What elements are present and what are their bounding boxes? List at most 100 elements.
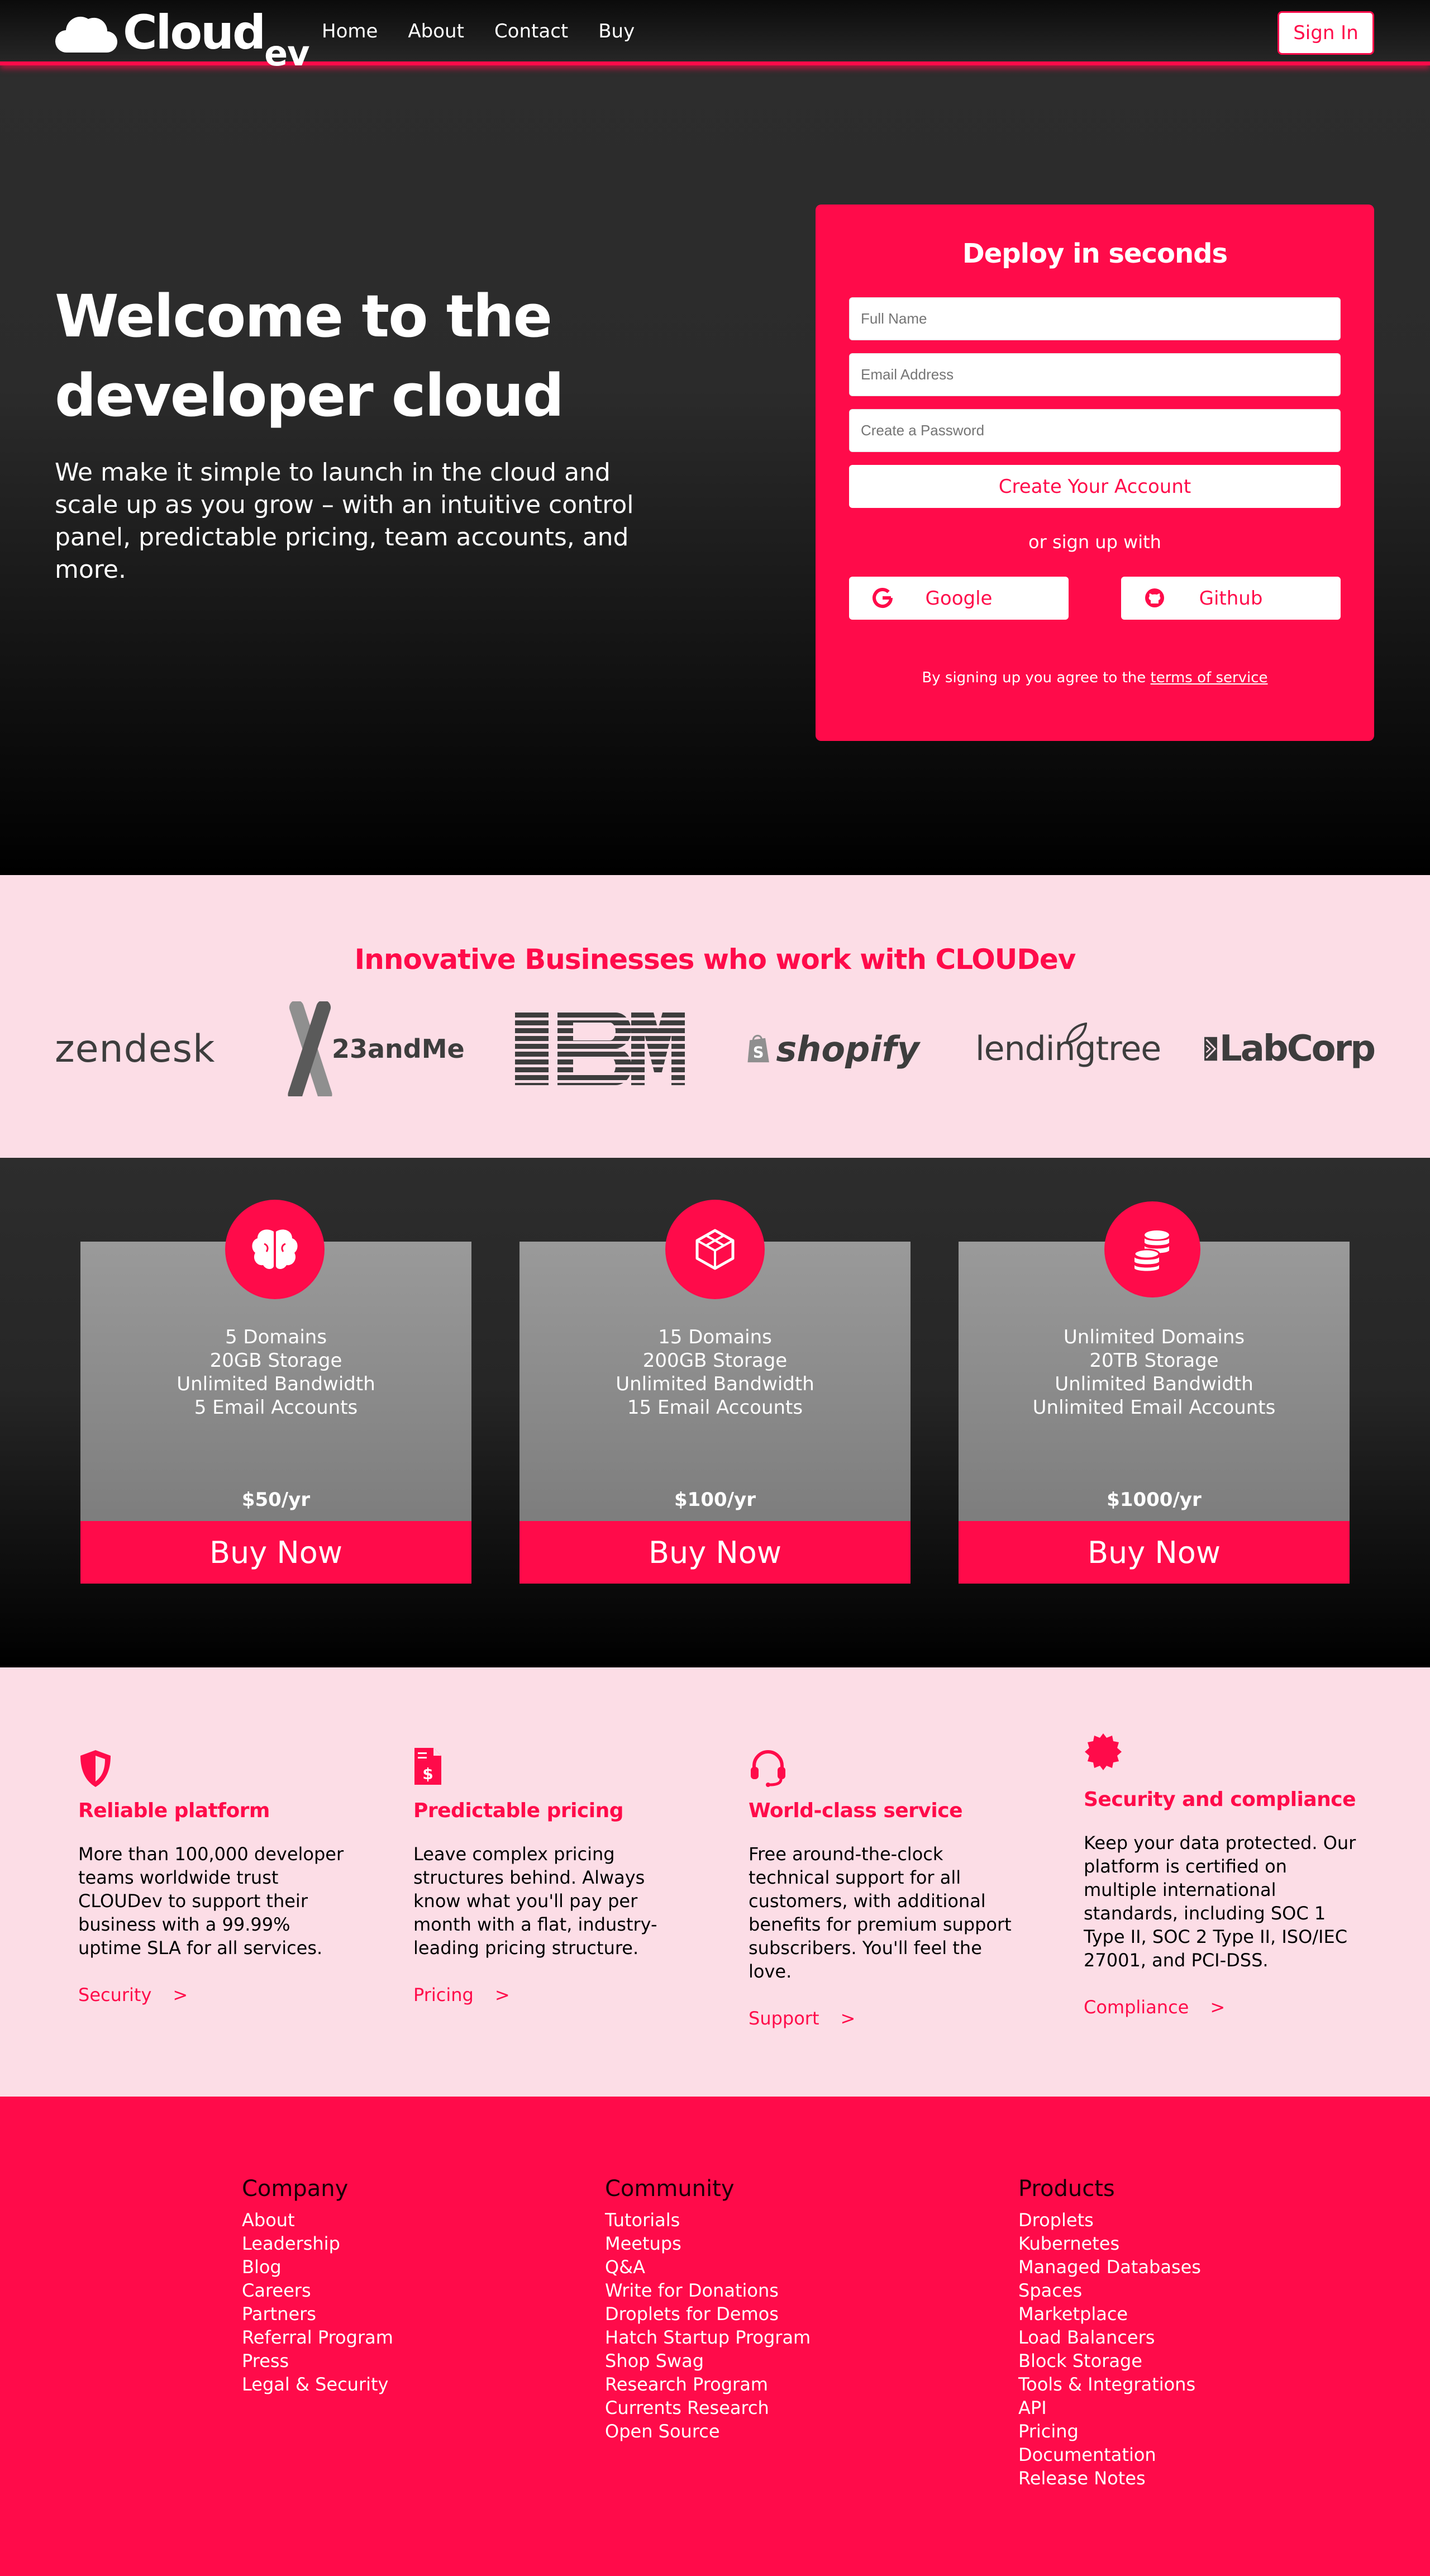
logo-text: Cloudev <box>123 5 310 74</box>
cloud-icon <box>55 16 117 53</box>
footer-link[interactable]: Tools & Integrations <box>1018 2373 1201 2396</box>
security-link[interactable]: Security > <box>78 1984 358 2005</box>
buy-now-button[interactable]: Buy Now <box>519 1521 911 1584</box>
plan-feature: Unlimited Email Accounts <box>1032 1396 1276 1419</box>
footer-link[interactable]: Write for Donations <box>605 2279 811 2302</box>
footer-link[interactable]: Blog <box>242 2255 393 2279</box>
footer-link[interactable]: Kubernetes <box>1018 2232 1201 2255</box>
buy-now-button[interactable]: Buy Now <box>80 1521 471 1584</box>
buy-now-button[interactable]: Buy Now <box>959 1521 1350 1584</box>
footer-column-community: Community Tutorials Meetups Q&A Write fo… <box>605 2176 811 2443</box>
footer-link[interactable]: Tutorials <box>605 2208 811 2232</box>
features-section: Reliable platform More than 100,000 deve… <box>0 1667 1430 2097</box>
create-account-button[interactable]: Create Your Account <box>849 465 1341 508</box>
footer-link[interactable]: About <box>242 2208 393 2232</box>
feature-title: World-class service <box>749 1799 962 1822</box>
plan-badge <box>225 1200 325 1299</box>
feature-title: Reliable platform <box>78 1799 270 1822</box>
nav-link-about[interactable]: About <box>408 20 464 42</box>
plan-feature: Unlimited Bandwidth <box>616 1373 814 1395</box>
labcorp-mark-icon <box>1204 1037 1217 1061</box>
shopify-logo: S shopify <box>746 1001 919 1096</box>
footer-column-title: Community <box>605 2176 735 2202</box>
footer-link[interactable]: Referral Program <box>242 2326 393 2349</box>
plan-feature: 15 Domains <box>658 1326 772 1348</box>
feature-title: Predictable pricing <box>413 1799 624 1822</box>
brain-icon <box>252 1229 298 1269</box>
terms-of-service-link[interactable]: terms of service <box>1151 669 1268 686</box>
feature-security-compliance: Security and compliance Keep your data p… <box>1084 1732 1363 2018</box>
signup-card: Deploy in seconds Create Your Account or… <box>816 205 1374 741</box>
feature-predictable-pricing: $ Predictable pricing Leave complex pric… <box>413 1743 693 2005</box>
support-link[interactable]: Support > <box>749 2008 1028 2029</box>
email-input[interactable] <box>849 353 1341 396</box>
footer-link[interactable]: Leadership <box>242 2232 393 2255</box>
footer-link[interactable]: Q&A <box>605 2255 811 2279</box>
footer-link[interactable]: Marketplace <box>1018 2302 1201 2326</box>
footer-link[interactable]: Shop Swag <box>605 2349 811 2373</box>
github-signup-button[interactable]: Github <box>1121 577 1341 620</box>
footer-column-company: Company About Leadership Blog Careers Pa… <box>242 2176 393 2396</box>
footer-link[interactable]: Research Program <box>605 2373 811 2396</box>
footer-link[interactable]: Press <box>242 2349 393 2373</box>
plan-feature: 200GB Storage <box>642 1349 788 1372</box>
nav-link-home[interactable]: Home <box>322 20 378 42</box>
footer-link[interactable]: Legal & Security <box>242 2373 393 2396</box>
footer-link[interactable]: Load Balancers <box>1018 2326 1201 2349</box>
feature-text: Keep your data protected. Our platform i… <box>1084 1832 1356 1971</box>
nav-links: Home About Contact Buy <box>322 20 635 42</box>
signup-title: Deploy in seconds <box>962 238 1228 269</box>
footer-link[interactable]: Open Source <box>605 2420 811 2443</box>
zendesk-logo: zendesk <box>55 1026 216 1071</box>
footer-link[interactable]: Careers <box>242 2279 393 2302</box>
plan-price: $100/yr <box>674 1489 756 1511</box>
google-signup-button[interactable]: Google <box>849 577 1069 620</box>
plan-badge <box>665 1200 765 1299</box>
feature-title: Security and compliance <box>1084 1788 1356 1811</box>
footer-link[interactable]: Block Storage <box>1018 2349 1201 2373</box>
footer-link[interactable]: Spaces <box>1018 2279 1201 2302</box>
hero-section: Welcome to the developer cloud We make i… <box>0 65 1430 875</box>
pricing-section: 5 Domains 20GB Storage Unlimited Bandwid… <box>0 1158 1430 1667</box>
pricing-link[interactable]: Pricing > <box>413 1984 693 2005</box>
plan-price: $1000/yr <box>1107 1489 1202 1511</box>
brand-logo[interactable]: Cloudev <box>55 4 310 74</box>
footer-link[interactable]: Meetups <box>605 2232 811 2255</box>
sign-in-button[interactable]: Sign In <box>1278 11 1374 55</box>
footer-link[interactable]: Pricing <box>1018 2420 1201 2443</box>
footer-link[interactable]: Hatch Startup Program <box>605 2326 811 2349</box>
ibm-logo <box>515 1001 685 1096</box>
terms-notice: By signing up you agree to the terms of … <box>922 669 1268 686</box>
footer-link[interactable]: API <box>1018 2396 1201 2420</box>
shopify-bag-icon: S <box>747 1034 769 1063</box>
partners-section: Innovative Businesses who work with CLOU… <box>0 875 1430 1158</box>
svg-text:S: S <box>753 1044 764 1061</box>
partners-title: Innovative Businesses who work with CLOU… <box>354 943 1076 976</box>
footer-link[interactable]: Release Notes <box>1018 2466 1201 2490</box>
footer-link[interactable]: Documentation <box>1018 2443 1201 2466</box>
password-input[interactable] <box>849 409 1341 452</box>
full-name-input[interactable] <box>849 297 1341 340</box>
footer-column-products: Products Droplets Kubernetes Managed Dat… <box>1018 2176 1201 2490</box>
nav-link-contact[interactable]: Contact <box>494 20 568 42</box>
nav-link-buy[interactable]: Buy <box>598 20 635 42</box>
footer-link[interactable]: Droplets <box>1018 2208 1201 2232</box>
footer-link[interactable]: Currents Research <box>605 2396 811 2420</box>
footer-link[interactable]: Managed Databases <box>1018 2255 1201 2279</box>
plan-features: 15 Domains 200GB Storage Unlimited Bandw… <box>519 1325 911 1419</box>
plan-feature: Unlimited Bandwidth <box>177 1373 375 1395</box>
footer-column-title: Products <box>1018 2176 1115 2202</box>
footer-link[interactable]: Droplets for Demos <box>605 2302 811 2326</box>
database-icon <box>1133 1230 1169 1271</box>
feature-world-class-service: World-class service Free around-the-cloc… <box>749 1743 1028 2029</box>
top-navbar: Cloudev Home About Contact Buy Sign In <box>0 0 1430 74</box>
footer-link[interactable]: Partners <box>242 2302 393 2326</box>
feature-reliable-platform: Reliable platform More than 100,000 deve… <box>78 1743 358 2005</box>
github-icon <box>1145 588 1164 607</box>
lendingtree-logo: lendingtree <box>975 1001 1161 1096</box>
plan-feature: 5 Email Accounts <box>194 1396 358 1419</box>
feature-text: Leave complex pricing structures behind.… <box>413 1843 657 1959</box>
plan-badge <box>1104 1201 1200 1297</box>
compliance-link[interactable]: Compliance > <box>1084 1997 1363 2018</box>
hero-subtitle: We make it simple to launch in the cloud… <box>55 458 634 584</box>
